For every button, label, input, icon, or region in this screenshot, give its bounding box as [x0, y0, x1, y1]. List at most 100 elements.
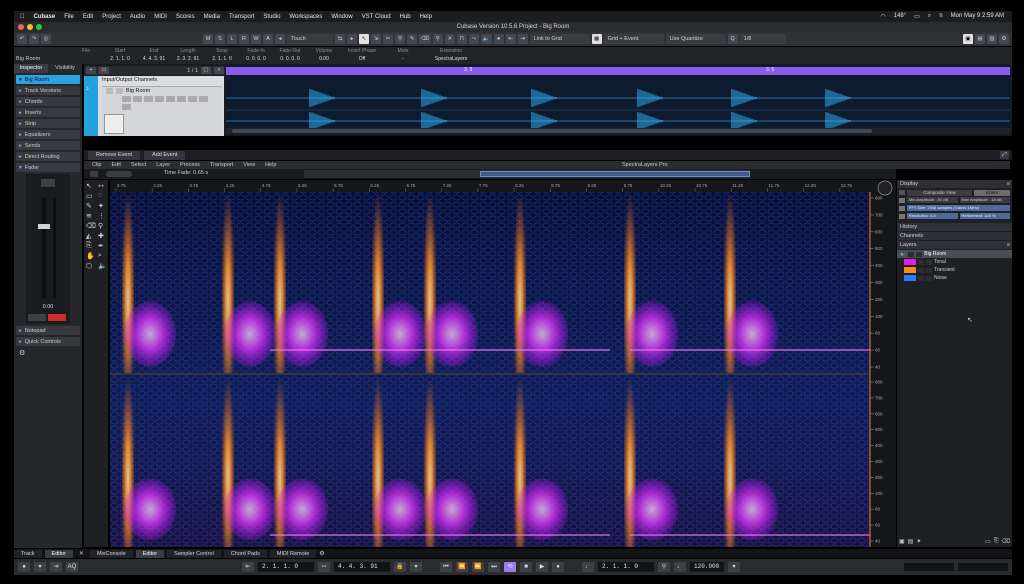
time-select-icon[interactable]: ⇿	[98, 182, 108, 190]
info-end[interactable]: End 4. 4. 3. 91	[137, 47, 171, 64]
menu-midi[interactable]: MIDI	[154, 14, 167, 20]
track-name[interactable]: Big Room	[126, 88, 150, 94]
info-extension[interactable]: Extension SpectraLayers	[423, 47, 479, 64]
auto-quantize-button[interactable]: AQ	[66, 562, 78, 572]
layout-left-zone-icon[interactable]: ▣	[963, 34, 973, 44]
tab-inspector[interactable]: Inspector	[14, 64, 48, 73]
menu-help[interactable]: Help	[420, 14, 432, 20]
min-amplitude-slider[interactable]: Min Amplitude: -91 dB	[907, 197, 958, 203]
layer-mute-button[interactable]	[918, 259, 924, 265]
snap-type-select[interactable]: Link to Grid	[529, 34, 590, 44]
menubar-clock[interactable]: Mon May 9 2:59 AM	[951, 13, 1004, 20]
solo-button[interactable]	[116, 88, 123, 94]
section-direct-routing[interactable]: ▸ Direct Routing	[16, 152, 80, 161]
temperature-status[interactable]: 148°	[894, 13, 906, 20]
inspector-settings-icon[interactable]: ⚙	[19, 349, 77, 357]
scrollbar-thumb[interactable]	[232, 129, 872, 133]
layers-header[interactable]: Layers ≡	[897, 241, 1012, 249]
navigator-dial-icon[interactable]	[877, 180, 893, 196]
track-timebase-button[interactable]	[144, 96, 153, 102]
menu-edit[interactable]: Edit	[83, 14, 93, 20]
solo-state-button[interactable]: S	[215, 34, 225, 44]
rewind-icon[interactable]: ⏪	[456, 562, 468, 572]
mute-button[interactable]	[28, 314, 46, 321]
tempo-display[interactable]: 120.000	[690, 562, 724, 572]
layer-name[interactable]: Transient	[934, 267, 955, 273]
record-icon[interactable]: ●	[552, 562, 564, 572]
layer-delete-icon[interactable]: ⌫	[1002, 538, 1010, 545]
layer-solo-button[interactable]	[926, 267, 932, 273]
menu-project[interactable]: Project	[102, 14, 121, 20]
layout-lower-zone-icon[interactable]: ▤	[975, 34, 985, 44]
composite-view-select[interactable]: Composite View	[907, 189, 972, 196]
sl-menu-layer[interactable]: Layer	[156, 161, 170, 169]
hand-icon[interactable]: ✋	[86, 252, 96, 260]
zoom-tool-icon[interactable]: ⌕	[98, 252, 108, 260]
layer-group-icon[interactable]: ▤	[908, 538, 914, 545]
close-icon[interactable]: ✕	[76, 550, 87, 557]
settings-icon[interactable]: ⚙	[999, 34, 1009, 44]
remove-event-button[interactable]: Remove Event	[88, 150, 141, 160]
sl-menu-view[interactable]: View	[243, 161, 255, 169]
track-insert-button[interactable]	[199, 96, 208, 102]
maximize-icon[interactable]: ⤢	[1000, 151, 1009, 159]
sl-menu-select[interactable]: Select	[131, 161, 146, 169]
layer-name[interactable]: Tonal	[934, 259, 946, 265]
tab-midi-remote[interactable]: MIDI Remote	[269, 549, 317, 558]
layer-color-swatch[interactable]	[904, 275, 916, 281]
menu-audio[interactable]: Audio	[130, 14, 145, 20]
sl-menu-transport[interactable]: Transport	[210, 161, 233, 169]
record-enable-button[interactable]	[48, 314, 66, 321]
timewarp-tool-icon[interactable]: ⤳	[468, 34, 479, 44]
rect-select-icon[interactable]: ▭	[86, 192, 96, 200]
overview-viewport[interactable]	[480, 171, 750, 177]
snap-toggle-icon[interactable]: ▦	[591, 34, 602, 44]
spectrogram-canvas[interactable]: 2.75 3.25 3.75 4.25 4.75 5.25 5.75 6.25 6.75 7.25…	[110, 180, 896, 547]
horizontal-scrollbar[interactable]	[226, 128, 1010, 134]
layer-row-noise[interactable]: Noise	[897, 274, 1012, 282]
brush-select-icon[interactable]: ✎	[86, 202, 96, 210]
apple-icon[interactable]: 	[20, 14, 25, 20]
section-sends[interactable]: ▸ Sends	[16, 141, 80, 150]
menu-transport[interactable]: Transport	[229, 14, 254, 20]
grid-type-select[interactable]: Grid + Event	[603, 34, 664, 44]
wifi-icon[interactable]: ◠	[880, 13, 885, 20]
erase-tool-icon[interactable]: ⌫	[419, 34, 431, 44]
history-icon[interactable]: ◎	[41, 34, 51, 44]
section-chords[interactable]: ▸ Chords	[16, 97, 80, 106]
section-strip[interactable]: ▸ Strip	[16, 119, 80, 128]
speaker-icon[interactable]: 🔈	[98, 262, 108, 270]
punch-icon[interactable]: ⇿	[318, 562, 330, 572]
go-to-start-icon[interactable]: ⏮	[440, 562, 452, 572]
stop-icon[interactable]: ■	[520, 562, 532, 572]
mute-state-button[interactable]: M	[203, 34, 213, 44]
layer-solo-button[interactable]	[916, 251, 923, 257]
minimize-window-icon[interactable]	[27, 24, 33, 30]
spectrogram-view[interactable]: 2.75 3.25 3.75 4.25 4.75 5.25 5.75 6.25 6.75 7.25…	[110, 180, 896, 547]
info-length[interactable]: Length 2. 3. 2. 91	[171, 47, 205, 64]
metronome-icon[interactable]: ⚲	[658, 562, 670, 572]
cycle-mode-icon[interactable]: ▾	[34, 562, 46, 572]
add-track-icon[interactable]: +	[86, 67, 96, 74]
layer-name[interactable]: Noise	[934, 275, 947, 281]
layer-duplicate-icon[interactable]: ⎘	[994, 538, 999, 545]
track-header[interactable]: Input/Output Channels Big Room	[84, 76, 224, 136]
menu-workspaces[interactable]: Workspaces	[289, 14, 322, 20]
zoom-icon[interactable]: ▢	[201, 67, 211, 74]
info-volume[interactable]: Volume 0.00	[307, 47, 341, 64]
time-format-icon[interactable]: ♩	[582, 562, 594, 572]
undo-icon[interactable]: ↶	[17, 34, 27, 44]
snap-right-icon[interactable]: ⇥	[517, 34, 528, 44]
quantize-mode-select[interactable]: Use Quantize	[665, 34, 726, 44]
tempo-mode-icon[interactable]: ▾	[728, 562, 740, 572]
object-selection-tool-icon[interactable]: ↖	[359, 34, 369, 44]
redo-icon[interactable]: ↷	[29, 34, 39, 44]
tempo-track-icon[interactable]: ♩	[674, 562, 686, 572]
layers-menu-icon[interactable]: ≡	[1007, 241, 1012, 249]
close-window-icon[interactable]	[18, 24, 24, 30]
magic-wand-icon[interactable]: ✦	[98, 202, 108, 210]
glue-tool-icon[interactable]: ⚲	[395, 34, 405, 44]
record-mode-icon[interactable]: ●	[18, 562, 30, 572]
menu-hub[interactable]: Hub	[400, 14, 411, 20]
menu-media[interactable]: Media	[204, 14, 220, 20]
